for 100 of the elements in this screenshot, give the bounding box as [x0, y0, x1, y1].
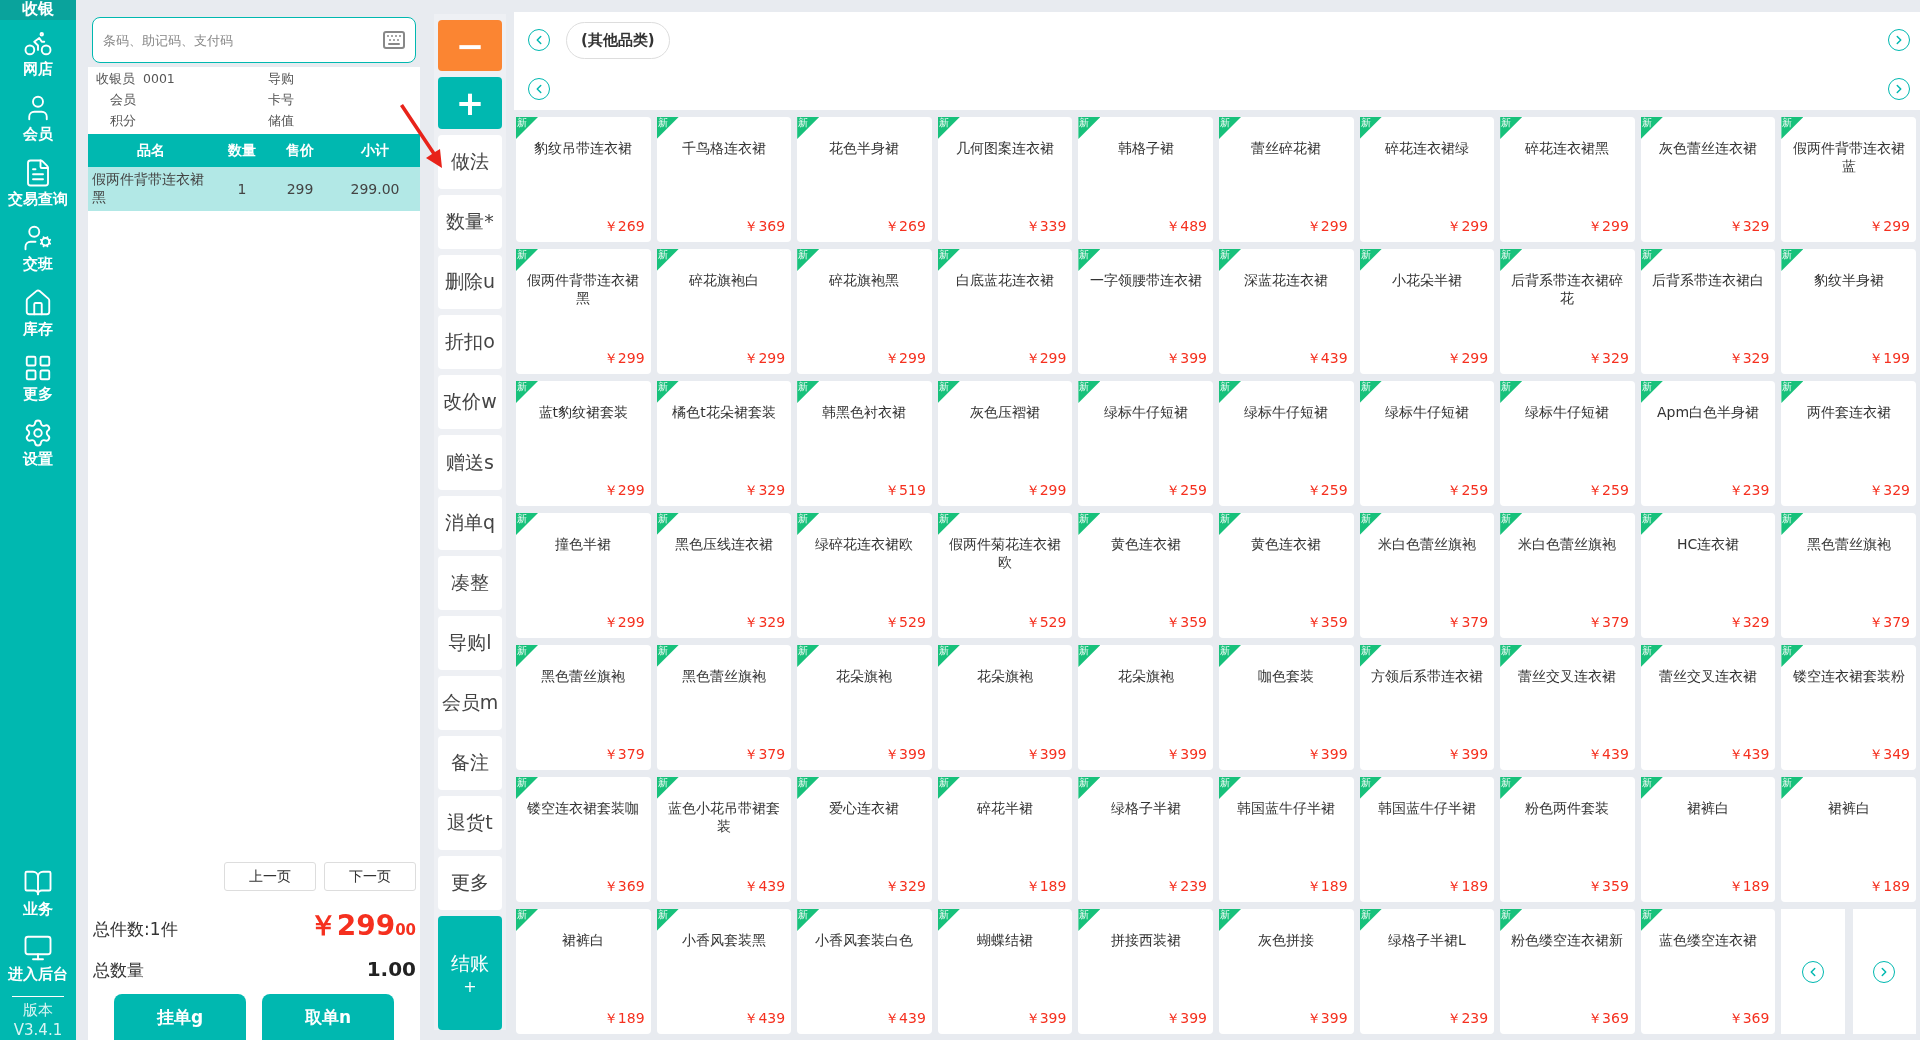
product-card[interactable]: 新 黑色蕾丝旗袍 ￥379 — [656, 645, 792, 770]
product-card[interactable]: 新 蕾丝碎花裙 ￥299 — [1219, 117, 1354, 242]
product-card[interactable]: 新 拼接西装裙 ￥399 — [1078, 909, 1213, 1034]
search-field[interactable]: 条码、助记码、支付码 — [92, 17, 416, 63]
product-card[interactable]: 新 蕾丝交叉连衣裙 ￥439 — [1640, 645, 1776, 770]
product-card[interactable]: 新 韩黑色衬衣裙 ￥519 — [797, 381, 932, 506]
product-card[interactable]: 新 米白色蕾丝旗袍 ￥379 — [1500, 513, 1635, 638]
product-card[interactable]: 新 小香风套装白色 ￥439 — [797, 909, 932, 1034]
prev-page-button[interactable] — [1802, 960, 1825, 983]
product-card[interactable]: 新 爱心连衣裙 ￥329 — [797, 777, 932, 902]
product-card[interactable]: 新 蓝色缕空连衣裙 ￥369 — [1640, 909, 1776, 1034]
product-card[interactable]: 新 米白色蕾丝旗袍 ￥379 — [1359, 513, 1495, 638]
category-chip[interactable]: (其他品类) — [566, 21, 670, 59]
product-card[interactable]: 新 橘色t花朵裙套装 ￥329 — [656, 381, 792, 506]
product-card[interactable]: 新 蓝色小花吊带裙套装 ￥439 — [656, 777, 792, 902]
product-card[interactable]: 新 假两件背带连衣裙蓝 ￥299 — [1781, 117, 1916, 242]
action-button[interactable]: 更多 — [438, 856, 502, 911]
product-card[interactable]: 新 花朵旗袍 ￥399 — [937, 645, 1073, 770]
action-button[interactable]: 做法 — [438, 134, 502, 189]
product-card[interactable]: 新 韩国蓝牛仔半裙 ￥189 — [1359, 777, 1495, 902]
product-card[interactable]: 新 后背系带连衣裙碎花 ￥329 — [1500, 249, 1635, 374]
product-card[interactable]: 新 深蓝花连衣裙 ￥439 — [1219, 249, 1354, 374]
grid-icon — [23, 353, 53, 383]
product-price: ￥329 — [1869, 482, 1910, 500]
product-card[interactable]: 新 绿标牛仔短裙 ￥259 — [1219, 381, 1354, 506]
action-button[interactable]: 导购l — [438, 615, 502, 670]
keyboard-icon[interactable] — [382, 28, 406, 52]
product-card[interactable]: 新 灰色拼接 ￥399 — [1219, 909, 1354, 1034]
action-button[interactable]: 消单q — [438, 495, 502, 550]
product-card[interactable]: 新 蓝t豹纹裙套装 ￥299 — [516, 381, 651, 506]
product-card[interactable]: 新 蝴蝶结裙 ￥399 — [937, 909, 1073, 1034]
product-card[interactable]: 新 方领后系带连衣裙 ￥399 — [1359, 645, 1495, 770]
product-card[interactable]: 新 几何图案连衣裙 ￥339 — [937, 117, 1073, 242]
product-card[interactable]: 新 花朵旗袍 ￥399 — [797, 645, 932, 770]
prev-page-button[interactable]: 上一页 — [224, 862, 316, 891]
product-name: 米白色蕾丝旗袍 — [1517, 535, 1618, 554]
product-card[interactable]: 新 韩国蓝牛仔半裙 ￥189 — [1219, 777, 1354, 902]
product-card[interactable]: 新 灰色蕾丝连衣裙 ￥329 — [1640, 117, 1776, 242]
action-button[interactable]: 退货t — [438, 796, 502, 851]
product-card[interactable]: 新 花色半身裙 ￥269 — [797, 117, 932, 242]
product-name: 蝴蝶结裙 — [976, 931, 1035, 950]
product-card[interactable]: 新 千鸟格连衣裙 ￥369 — [656, 117, 792, 242]
new-badge: 新 — [1500, 777, 1523, 799]
prev-category-button[interactable] — [528, 29, 550, 52]
product-card[interactable]: 新 绿标牛仔短裙 ￥259 — [1078, 381, 1213, 506]
product-card[interactable]: 新 豹纹吊带连衣裙 ￥269 — [516, 117, 651, 242]
product-card[interactable]: 新 碎花连衣裙黑 ￥299 — [1500, 117, 1635, 242]
product-card[interactable]: 新 绿标牛仔短裙 ￥259 — [1500, 381, 1635, 506]
product-card[interactable]: 新 黄色连衣裙 ￥359 — [1078, 513, 1213, 638]
product-card[interactable]: 新 裙裤白 ￥189 — [1781, 777, 1916, 902]
product-card[interactable]: 新 后背系带连衣裙白 ￥329 — [1640, 249, 1776, 374]
product-card[interactable]: 新 Apm白色半身裙 ￥239 — [1640, 381, 1776, 506]
next-category-button[interactable] — [1888, 29, 1910, 52]
product-card[interactable]: 新 碎花旗袍黑 ￥299 — [797, 249, 932, 374]
product-card[interactable]: 新 HC连衣裙 ￥329 — [1640, 513, 1776, 638]
product-card[interactable]: 新 两件套连衣裙 ￥329 — [1781, 381, 1916, 506]
product-card[interactable]: 新 豹纹半身裙 ￥199 — [1781, 249, 1916, 374]
product-card[interactable]: 新 镂空连衣裙套装粉 ￥349 — [1781, 645, 1916, 770]
action-button[interactable]: 折扣o — [438, 315, 502, 370]
product-card[interactable]: 新 白底蓝花连衣裙 ￥299 — [937, 249, 1073, 374]
product-card[interactable]: 新 花朵旗袍 ￥399 — [1078, 645, 1213, 770]
product-card[interactable]: 新 碎花半裙 ￥189 — [937, 777, 1073, 902]
action-button[interactable]: 赠送s — [438, 435, 502, 490]
product-card[interactable]: 新 小香风套装黑 ￥439 — [656, 909, 792, 1034]
product-card[interactable]: 新 韩格子裙 ￥489 — [1078, 117, 1213, 242]
action-button[interactable]: 会员m — [438, 675, 502, 731]
product-card[interactable]: 新 灰色压褶裙 ￥299 — [937, 381, 1073, 506]
product-card[interactable]: 新 碎花旗袍白 ￥299 — [656, 249, 792, 374]
product-name: 白底蓝花连衣裙 — [955, 271, 1056, 290]
action-button[interactable]: 改价w — [438, 375, 502, 430]
product-card[interactable]: 新 一字领腰带连衣裙 ￥399 — [1078, 249, 1213, 374]
product-card[interactable]: 新 碎花连衣裙绿 ￥299 — [1359, 117, 1495, 242]
product-card[interactable]: 新 黑色蕾丝旗袍 ￥379 — [1781, 513, 1916, 638]
product-card[interactable]: 新 黑色蕾丝旗袍 ￥379 — [516, 645, 651, 770]
product-card[interactable]: 新 假两件菊花连衣裙欧 ￥529 — [937, 513, 1073, 638]
product-card[interactable]: 新 粉色缕空连衣裙新 ￥369 — [1500, 909, 1635, 1034]
product-card[interactable]: 新 镂空连衣裙套装咖 ￥369 — [516, 777, 651, 902]
product-card[interactable]: 新 粉色两件套装 ￥359 — [1500, 777, 1635, 902]
product-card[interactable]: 新 蕾丝交叉连衣裙 ￥439 — [1500, 645, 1635, 770]
prev-category-button[interactable] — [528, 78, 550, 101]
product-card[interactable]: 新 绿碎花连衣裙欧 ￥529 — [797, 513, 932, 638]
product-card[interactable]: 新 撞色半裙 ￥299 — [516, 513, 651, 638]
cart-row[interactable]: 假两件背带连衣裙黑 1 299 299.00 — [88, 167, 420, 211]
action-button[interactable]: 数量* — [438, 194, 502, 250]
action-button[interactable]: 凑整 — [438, 555, 502, 610]
product-card[interactable]: 新 裙裤白 ￥189 — [1640, 777, 1776, 902]
product-card[interactable]: 新 咖色套装 ￥399 — [1219, 645, 1354, 770]
product-card[interactable]: 新 绿标牛仔短裙 ￥259 — [1359, 381, 1495, 506]
product-card[interactable]: 新 假两件背带连衣裙黑 ￥299 — [516, 249, 651, 374]
next-page-button[interactable]: 下一页 — [324, 862, 416, 891]
product-card[interactable]: 新 裙裤白 ￥189 — [516, 909, 651, 1034]
action-button[interactable]: 删除u — [438, 255, 502, 310]
next-category-button[interactable] — [1888, 78, 1910, 101]
action-button[interactable]: 备注 — [438, 736, 502, 791]
product-card[interactable]: 新 黄色连衣裙 ￥359 — [1219, 513, 1354, 638]
next-page-button[interactable] — [1873, 960, 1896, 983]
product-card[interactable]: 新 绿格子半裙L ￥239 — [1359, 909, 1495, 1034]
product-card[interactable]: 新 绿格子半裙 ￥239 — [1078, 777, 1213, 902]
product-card[interactable]: 新 小花朵半裙 ￥299 — [1359, 249, 1495, 374]
product-card[interactable]: 新 黑色压线连衣裙 ￥329 — [656, 513, 792, 638]
